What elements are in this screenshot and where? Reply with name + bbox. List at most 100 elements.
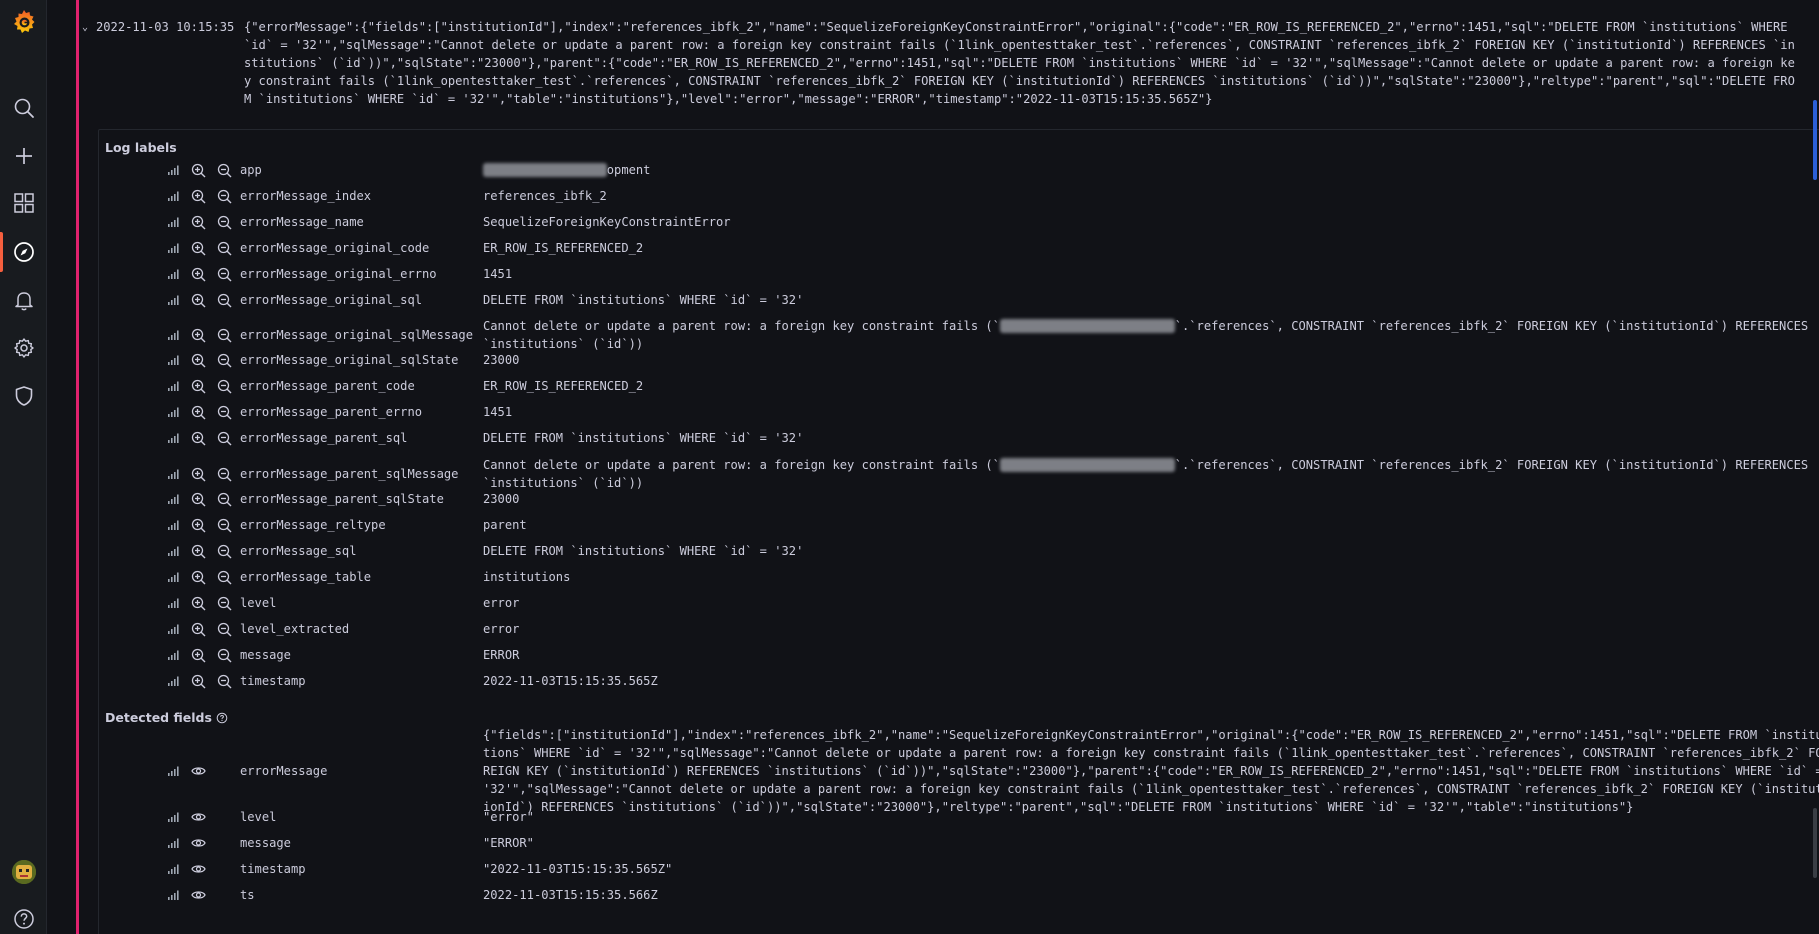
eye-icon[interactable] [185, 834, 211, 852]
stats-bars-icon[interactable] [160, 429, 186, 447]
log-label-row: errorMessage_original_code ER_ROW_IS_REFE… [104, 239, 1819, 257]
zoom-out-icon[interactable] [211, 646, 237, 664]
stats-bars-icon[interactable] [160, 646, 186, 664]
stats-bars-icon[interactable] [160, 161, 186, 179]
stats-bars-icon[interactable] [160, 762, 186, 780]
scrollbar-thumb-secondary[interactable] [1813, 808, 1817, 878]
zoom-out-icon[interactable] [211, 568, 237, 586]
zoom-out-icon[interactable] [211, 187, 237, 205]
help-icon[interactable] [11, 906, 37, 932]
log-label-key: timestamp [240, 674, 306, 688]
stats-bars-icon[interactable] [160, 239, 186, 257]
active-indicator [0, 232, 3, 272]
log-label-key: errorMessage_original_sql [240, 293, 423, 307]
eye-icon[interactable] [185, 860, 211, 878]
avatar[interactable] [12, 860, 36, 884]
zoom-out-icon[interactable] [211, 265, 237, 283]
zoom-in-icon[interactable] [185, 490, 211, 508]
zoom-in-icon[interactable] [185, 213, 211, 231]
eye-icon[interactable] [185, 762, 211, 780]
value-text: Cannot delete or update a parent row: a … [483, 458, 1000, 472]
stats-bars-icon[interactable] [160, 187, 186, 205]
stats-bars-icon[interactable] [160, 516, 186, 534]
alert-bell-icon[interactable] [11, 287, 37, 313]
detected-fields-label: Detected fields [105, 710, 212, 725]
zoom-in-icon[interactable] [185, 620, 211, 638]
zoom-in-icon[interactable] [185, 646, 211, 664]
stats-bars-icon[interactable] [160, 886, 186, 904]
grafana-logo-icon[interactable] [11, 9, 37, 35]
zoom-in-icon[interactable] [185, 377, 211, 395]
zoom-out-icon[interactable] [211, 672, 237, 690]
zoom-out-icon[interactable] [211, 465, 237, 483]
stats-bars-icon[interactable] [160, 834, 186, 852]
zoom-out-icon[interactable] [211, 239, 237, 257]
zoom-in-icon[interactable] [185, 403, 211, 421]
stats-bars-icon[interactable] [160, 465, 186, 483]
zoom-in-icon[interactable] [185, 542, 211, 560]
zoom-out-icon[interactable] [211, 161, 237, 179]
log-label-row: errorMessage_reltype parent [104, 516, 1819, 534]
stats-bars-icon[interactable] [160, 403, 186, 421]
plus-icon[interactable] [11, 143, 37, 169]
info-circle-icon[interactable] [216, 712, 228, 724]
log-label-value: DELETE FROM `institutions` WHERE `id` = … [483, 431, 804, 445]
stats-bars-icon[interactable] [160, 860, 186, 878]
scrollbar-thumb[interactable] [1813, 100, 1817, 180]
stats-bars-icon[interactable] [160, 490, 186, 508]
zoom-in-icon[interactable] [185, 187, 211, 205]
stats-bars-icon[interactable] [160, 326, 186, 344]
zoom-out-icon[interactable] [211, 542, 237, 560]
zoom-out-icon[interactable] [211, 291, 237, 309]
gear-icon[interactable] [11, 335, 37, 361]
stats-bars-icon[interactable] [160, 213, 186, 231]
zoom-in-icon[interactable] [185, 265, 211, 283]
explore-compass-icon[interactable] [11, 239, 37, 265]
zoom-out-icon[interactable] [211, 403, 237, 421]
log-entry-row[interactable]: ⌄ 2022-11-03 10:15:35 {"errorMessage":{"… [82, 18, 1802, 108]
stats-bars-icon[interactable] [160, 672, 186, 690]
zoom-in-icon[interactable] [185, 465, 211, 483]
stats-bars-icon[interactable] [160, 351, 186, 369]
chevron-down-icon[interactable]: ⌄ [82, 18, 96, 108]
stats-bars-icon[interactable] [160, 265, 186, 283]
eye-icon[interactable] [185, 808, 211, 826]
dashboards-icon[interactable] [11, 190, 37, 216]
zoom-out-icon[interactable] [211, 594, 237, 612]
stats-bars-icon[interactable] [160, 568, 186, 586]
zoom-in-icon[interactable] [185, 594, 211, 612]
stats-bars-icon[interactable] [160, 377, 186, 395]
zoom-in-icon[interactable] [185, 516, 211, 534]
zoom-in-icon[interactable] [185, 291, 211, 309]
detected-field-key: errorMessage [240, 764, 328, 778]
zoom-in-icon[interactable] [185, 326, 211, 344]
stats-bars-icon[interactable] [160, 291, 186, 309]
scrollbar[interactable] [1809, 0, 1819, 934]
zoom-out-icon[interactable] [211, 377, 237, 395]
zoom-in-icon[interactable] [185, 351, 211, 369]
zoom-in-icon[interactable] [185, 672, 211, 690]
zoom-out-icon[interactable] [211, 490, 237, 508]
stats-bars-icon[interactable] [160, 620, 186, 638]
zoom-out-icon[interactable] [211, 620, 237, 638]
log-label-value: ER_ROW_IS_REFERENCED_2 [483, 241, 644, 255]
log-label-row: errorMessage_table institutions [104, 568, 1819, 586]
zoom-in-icon[interactable] [185, 161, 211, 179]
shield-icon[interactable] [11, 383, 37, 409]
log-label-value: xxxxxxxxxxxxxxxxxopment [483, 161, 1819, 179]
zoom-out-icon[interactable] [211, 351, 237, 369]
zoom-in-icon[interactable] [185, 568, 211, 586]
zoom-out-icon[interactable] [211, 213, 237, 231]
zoom-in-icon[interactable] [185, 239, 211, 257]
zoom-out-icon[interactable] [211, 516, 237, 534]
detected-field-row: timestamp "2022-11-03T15:15:35.565Z" [104, 860, 1819, 878]
search-icon[interactable] [11, 95, 37, 121]
zoom-in-icon[interactable] [185, 429, 211, 447]
stats-bars-icon[interactable] [160, 594, 186, 612]
eye-icon[interactable] [185, 886, 211, 904]
stats-bars-icon[interactable] [160, 808, 186, 826]
zoom-out-icon[interactable] [211, 326, 237, 344]
stats-bars-icon[interactable] [160, 542, 186, 560]
zoom-out-icon[interactable] [211, 429, 237, 447]
detected-field-key: message [240, 836, 291, 850]
